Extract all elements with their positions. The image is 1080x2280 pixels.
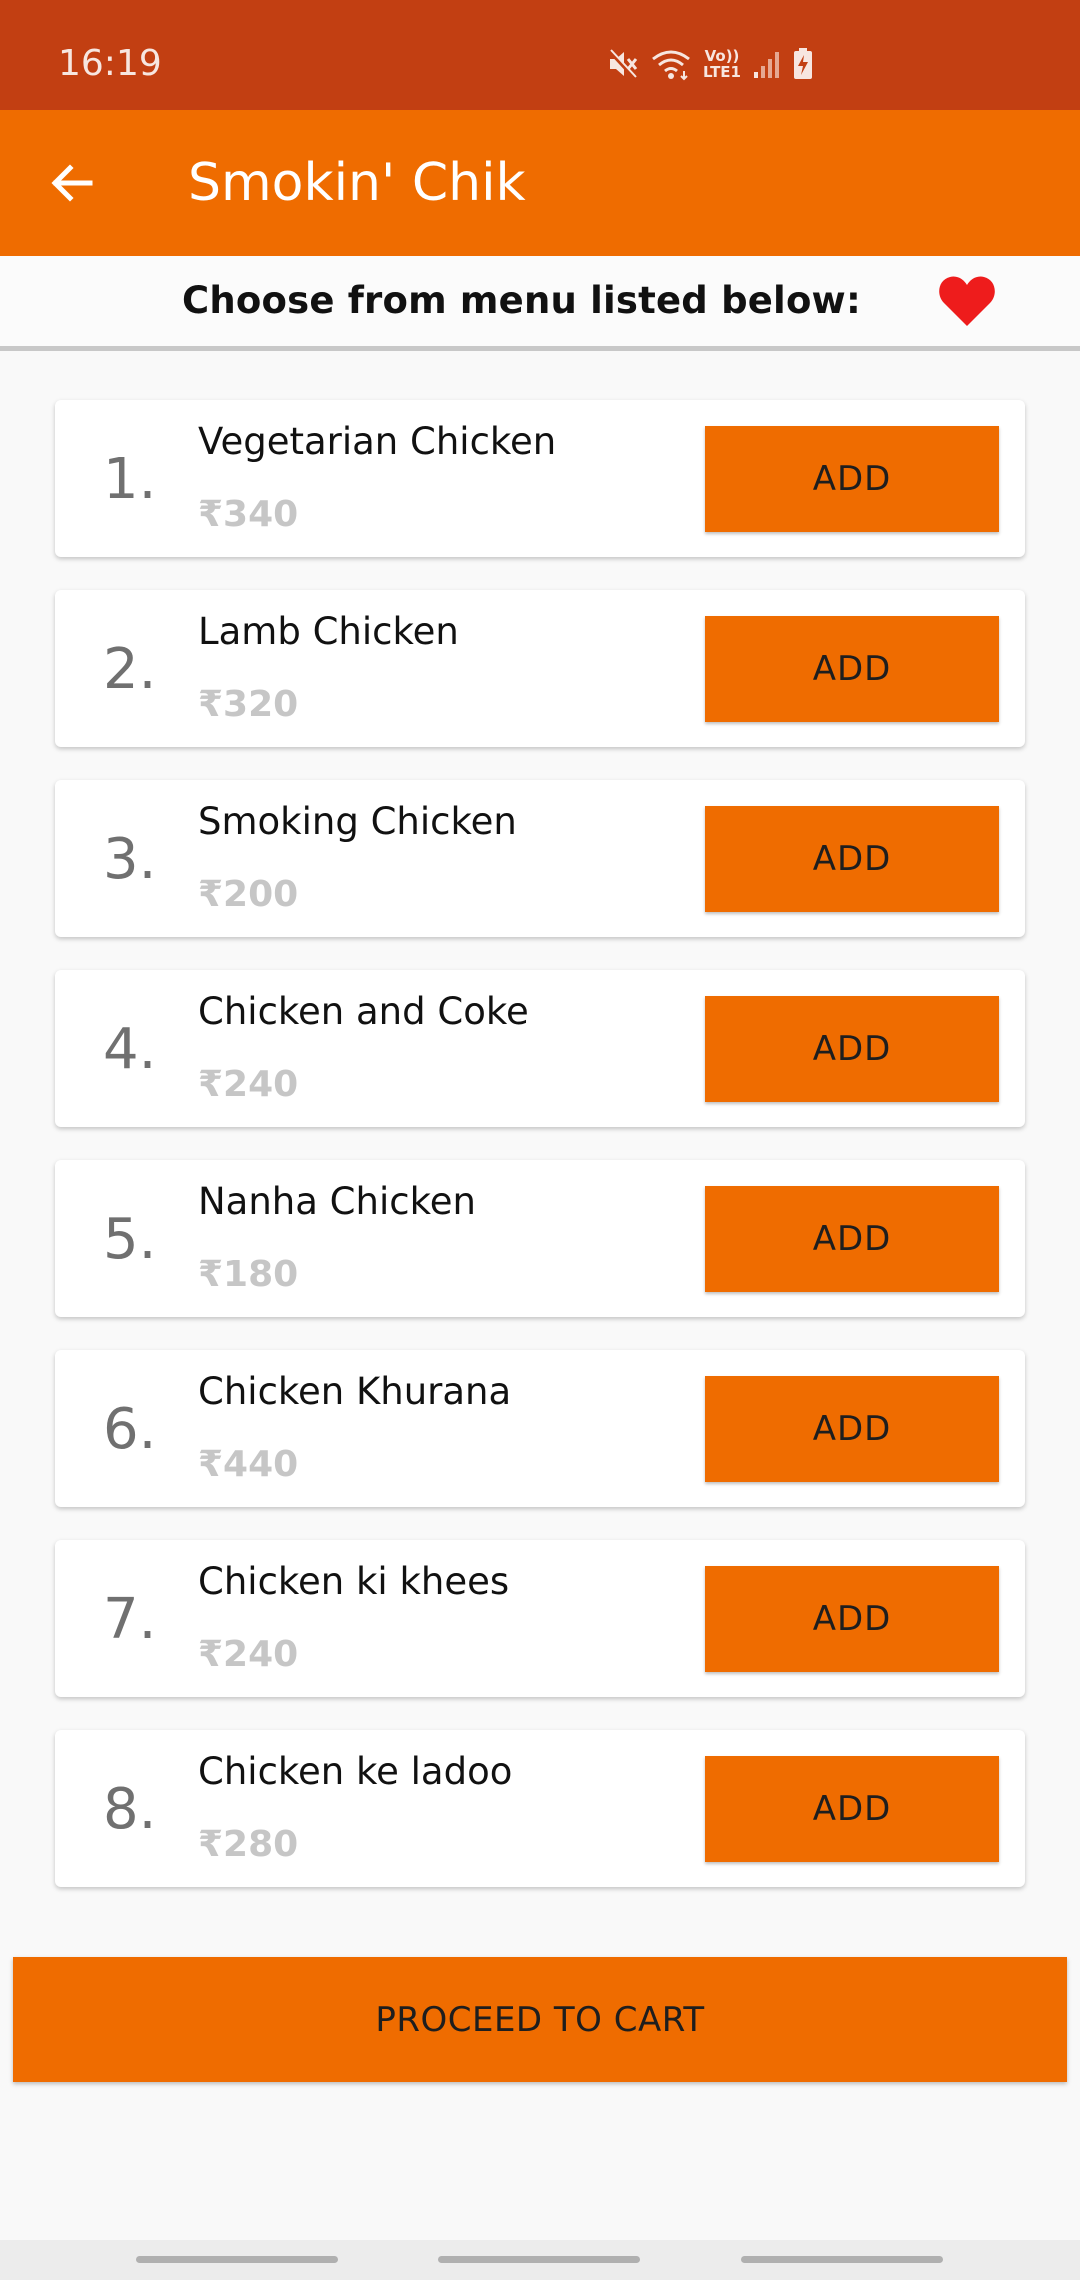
menu-item-card: 5. Nanha Chicken ₹180 ADD: [55, 1160, 1025, 1317]
heart-icon[interactable]: [938, 274, 996, 328]
item-name: Chicken Khurana: [198, 1370, 512, 1413]
page-title: Smokin' Chik: [188, 153, 526, 213]
menu-item-card: 4. Chicken and Coke ₹240 ADD: [55, 970, 1025, 1127]
arrow-left-icon[interactable]: [44, 159, 104, 207]
menu-item-card: 3. Smoking Chicken ₹200 ADD: [55, 780, 1025, 937]
item-name: Chicken ke ladoo: [198, 1750, 513, 1793]
menu-item-card: 1. Vegetarian Chicken ₹340 ADD: [55, 400, 1025, 557]
item-index: 8.: [103, 1777, 157, 1842]
menu-instruction-text: Choose from menu listed below:: [182, 279, 861, 322]
mute-icon: [606, 47, 640, 81]
item-price: ₹180: [198, 1254, 299, 1295]
add-button[interactable]: ADD: [705, 1376, 999, 1482]
status-time: 16:19: [58, 43, 162, 84]
item-index: 5.: [103, 1207, 157, 1272]
item-price: ₹280: [198, 1824, 299, 1865]
add-button[interactable]: ADD: [705, 996, 999, 1102]
network-type-text: Vo)) LTE1: [703, 47, 741, 81]
menu-item-card: 8. Chicken ke ladoo ₹280 ADD: [55, 1730, 1025, 1887]
item-name: Nanha Chicken: [198, 1180, 476, 1223]
status-bar: 16:19 Vo)) LTE1: [0, 0, 1080, 110]
item-index: 3.: [103, 827, 157, 892]
menu-item-card: 2. Lamb Chicken ₹320 ADD: [55, 590, 1025, 747]
item-index: 4.: [103, 1017, 157, 1082]
item-index: 6.: [103, 1397, 157, 1462]
status-icons: Vo)) LTE1: [606, 44, 814, 84]
item-price: ₹340: [198, 494, 299, 535]
menu-subheader: Choose from menu listed below:: [0, 256, 1080, 351]
add-button[interactable]: ADD: [705, 806, 999, 912]
nav-back-handle[interactable]: [741, 2256, 943, 2263]
app-bar: Smokin' Chik: [0, 110, 1080, 256]
network-type-label: Vo)) LTE1: [702, 48, 742, 80]
item-price: ₹240: [198, 1064, 299, 1105]
item-name: Lamb Chicken: [198, 610, 459, 653]
menu-item-card: 6. Chicken Khurana ₹440 ADD: [55, 1350, 1025, 1507]
nav-recents-handle[interactable]: [136, 2256, 338, 2263]
nav-home-handle[interactable]: [438, 2256, 640, 2263]
item-index: 1.: [103, 447, 157, 512]
item-name: Vegetarian Chicken: [198, 420, 557, 463]
item-name: Smoking Chicken: [198, 800, 517, 843]
wifi-icon: [650, 47, 692, 81]
proceed-to-cart-button[interactable]: PROCEED TO CART: [13, 1957, 1067, 2082]
add-button[interactable]: ADD: [705, 1186, 999, 1292]
add-button[interactable]: ADD: [705, 616, 999, 722]
navigation-bar: [0, 2240, 1080, 2280]
item-name: Chicken ki khees: [198, 1560, 510, 1603]
add-button[interactable]: ADD: [705, 1756, 999, 1862]
battery-charging-icon: [792, 47, 814, 81]
signal-icon: [752, 48, 782, 80]
item-index: 2.: [103, 637, 157, 702]
add-button[interactable]: ADD: [705, 1566, 999, 1672]
item-index: 7.: [103, 1587, 157, 1652]
item-price: ₹240: [198, 1634, 299, 1675]
add-button[interactable]: ADD: [705, 426, 999, 532]
item-name: Chicken and Coke: [198, 990, 529, 1033]
item-price: ₹320: [198, 684, 299, 725]
item-price: ₹200: [198, 874, 299, 915]
menu-item-card: 7. Chicken ki khees ₹240 ADD: [55, 1540, 1025, 1697]
item-price: ₹440: [198, 1444, 299, 1485]
